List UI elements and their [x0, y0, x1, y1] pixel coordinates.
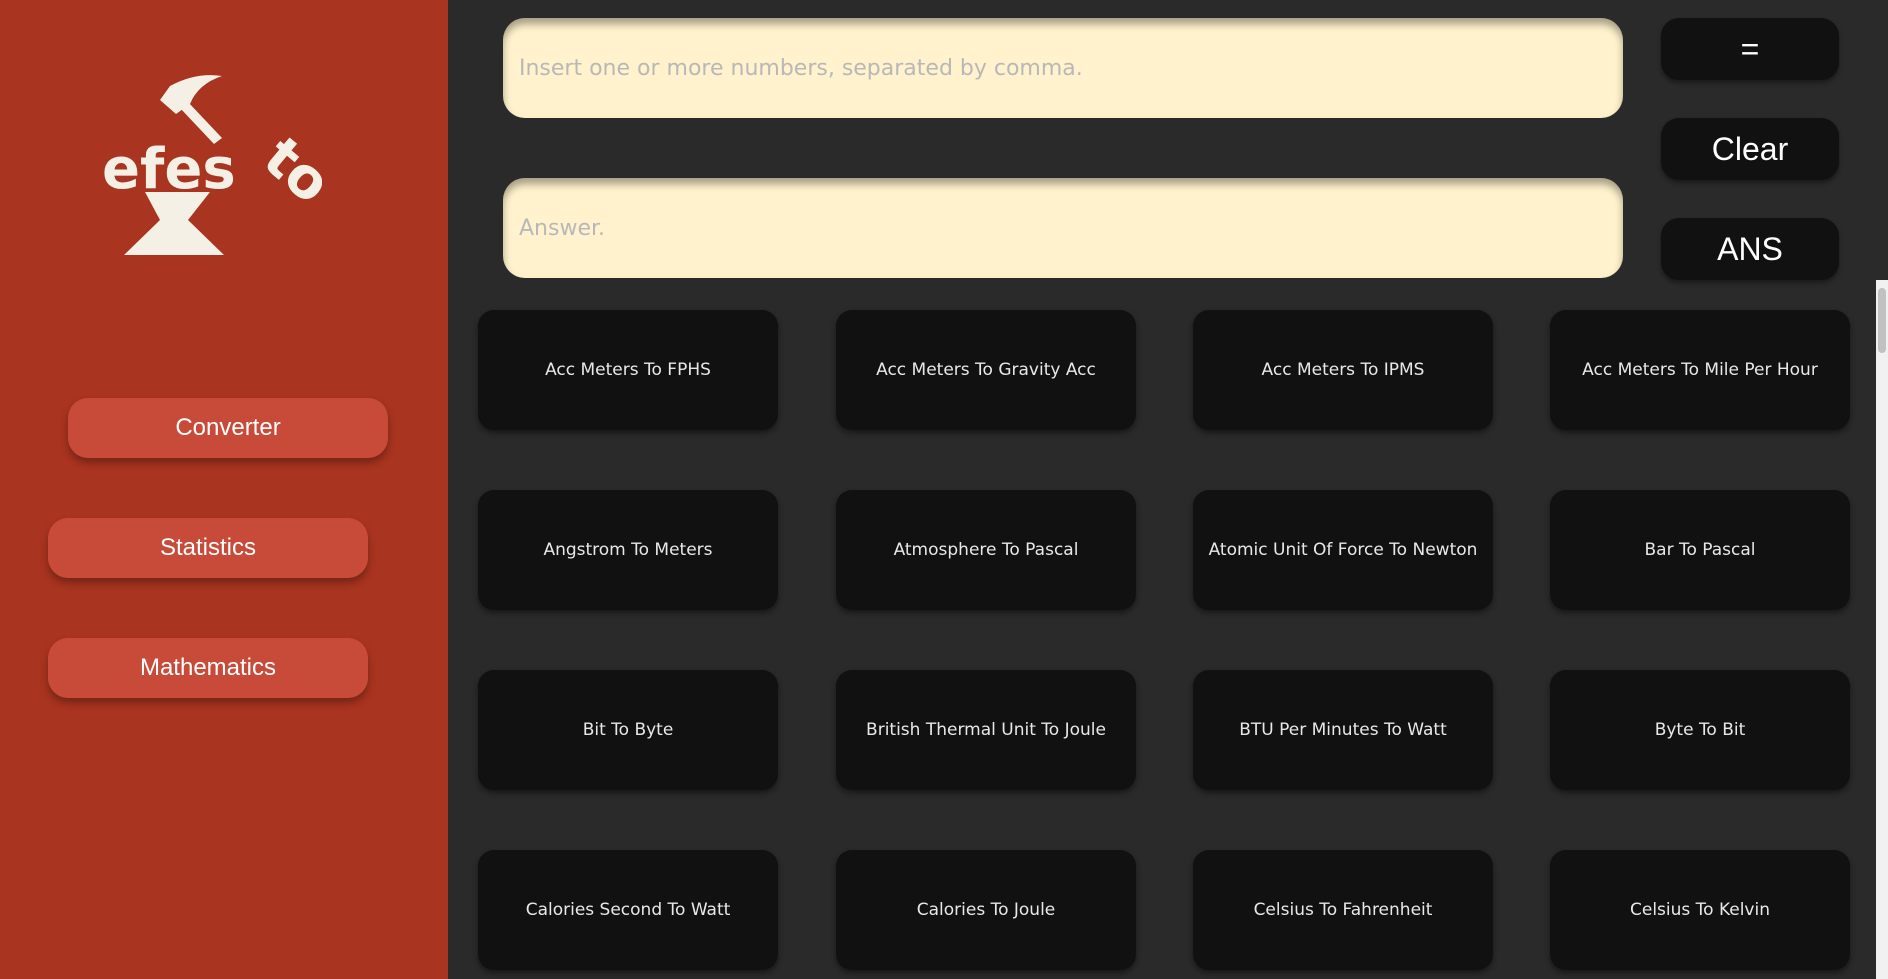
- conversion-card[interactable]: Calories To Joule: [836, 850, 1136, 970]
- conversion-card[interactable]: Bar To Pascal: [1550, 490, 1850, 610]
- sidebar: efes to Converter Statistics Mathematics: [0, 0, 448, 979]
- conversion-card[interactable]: Bit To Byte: [478, 670, 778, 790]
- statistics-nav-button[interactable]: Statistics: [48, 518, 368, 578]
- conversion-card[interactable]: Acc Meters To FPHS: [478, 310, 778, 430]
- conversion-card[interactable]: Acc Meters To Mile Per Hour: [1550, 310, 1850, 430]
- scrollbar[interactable]: [1876, 280, 1888, 979]
- numbers-input[interactable]: Insert one or more numbers, separated by…: [503, 18, 1623, 118]
- conversion-card[interactable]: Angstrom To Meters: [478, 490, 778, 610]
- answer-field[interactable]: Answer.: [503, 178, 1623, 278]
- conversion-card[interactable]: Acc Meters To IPMS: [1193, 310, 1493, 430]
- mathematics-nav-button[interactable]: Mathematics: [48, 638, 368, 698]
- conversion-card[interactable]: BTU Per Minutes To Watt: [1193, 670, 1493, 790]
- clear-button[interactable]: Clear: [1661, 118, 1839, 180]
- efesto-logo: efes to: [102, 75, 322, 255]
- scrollbar-thumb[interactable]: [1878, 288, 1886, 353]
- equals-button[interactable]: =: [1661, 18, 1839, 80]
- ans-button[interactable]: ANS: [1661, 218, 1839, 280]
- conversion-card[interactable]: Atomic Unit Of Force To Newton: [1193, 490, 1493, 610]
- conversion-card[interactable]: Byte To Bit: [1550, 670, 1850, 790]
- conversion-card[interactable]: Calories Second To Watt: [478, 850, 778, 970]
- conversion-card[interactable]: British Thermal Unit To Joule: [836, 670, 1136, 790]
- conversion-card[interactable]: Acc Meters To Gravity Acc: [836, 310, 1136, 430]
- svg-text:efes: efes: [102, 137, 236, 202]
- main-panel: Insert one or more numbers, separated by…: [448, 0, 1888, 979]
- converter-nav-button[interactable]: Converter: [68, 398, 388, 458]
- conversion-card[interactable]: Celsius To Kelvin: [1550, 850, 1850, 970]
- svg-text:to: to: [251, 125, 322, 217]
- conversion-card[interactable]: Atmosphere To Pascal: [836, 490, 1136, 610]
- conversion-card[interactable]: Celsius To Fahrenheit: [1193, 850, 1493, 970]
